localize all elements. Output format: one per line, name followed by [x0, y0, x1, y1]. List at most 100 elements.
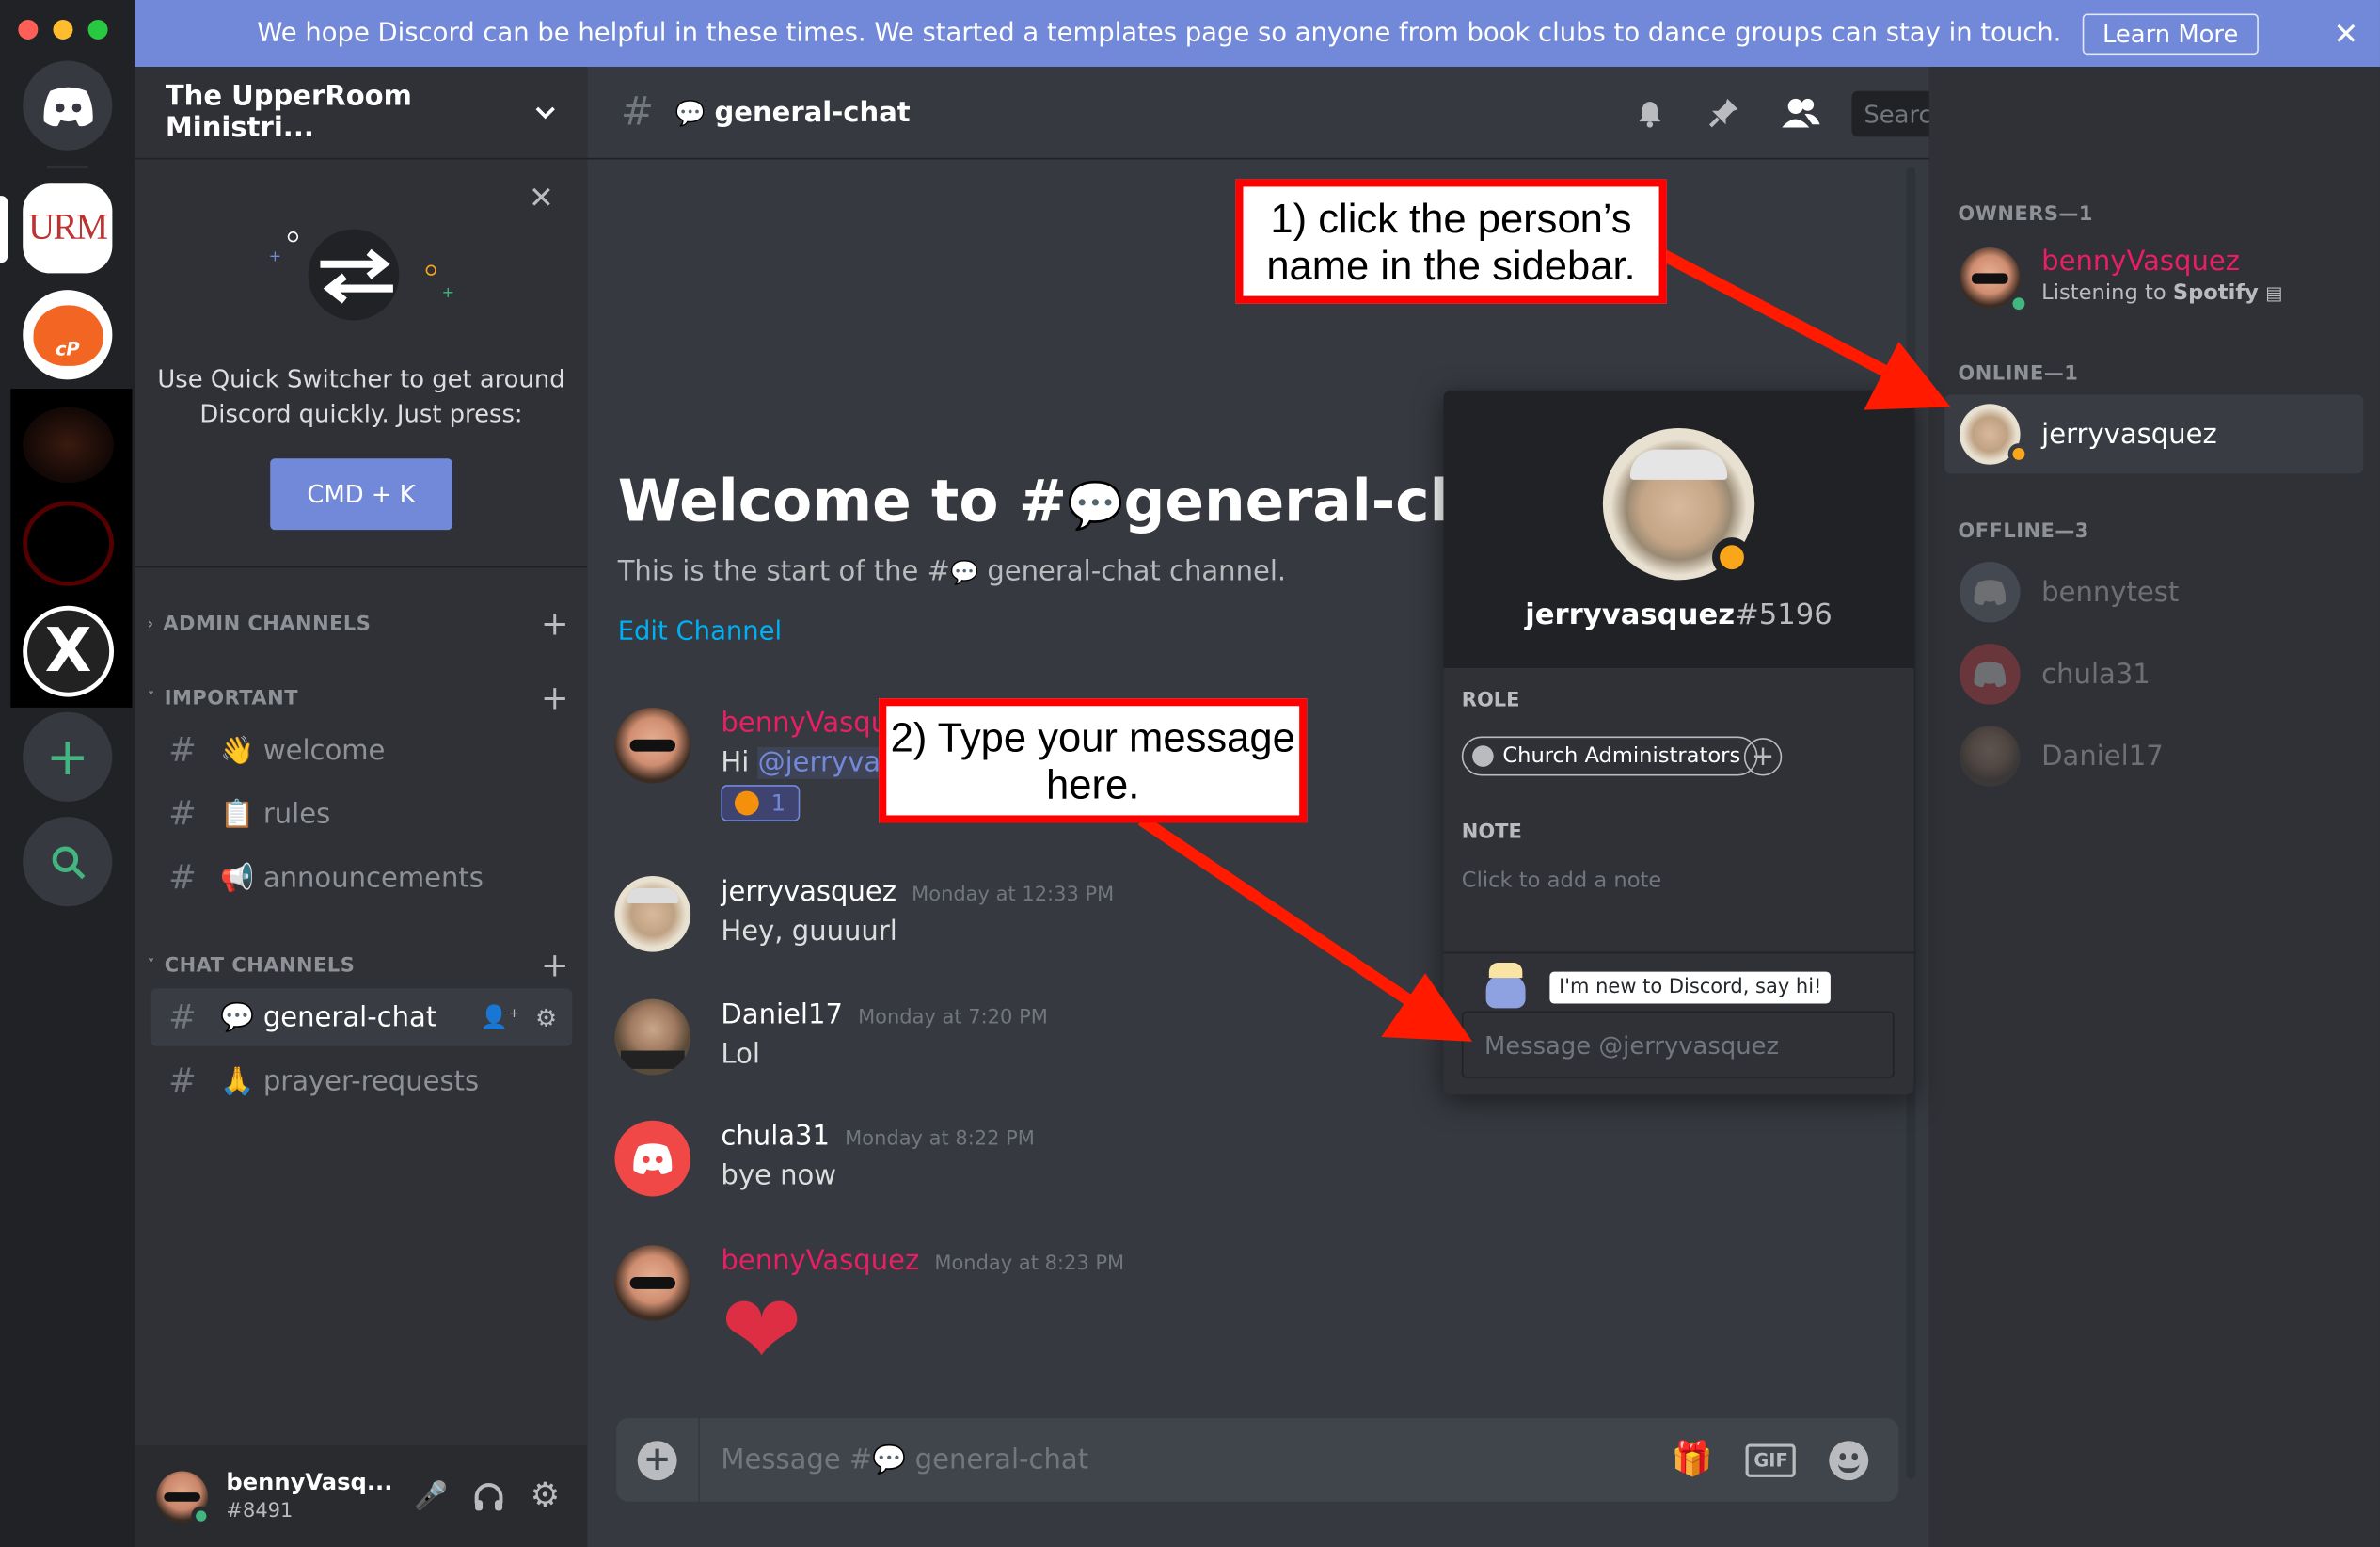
- role-name: Church Administrators: [1502, 743, 1741, 769]
- user-profile-popout: jerryvasquez#5196 ROLE Church Administra…: [1443, 390, 1914, 1095]
- server-cp[interactable]: cP: [23, 290, 113, 380]
- avatar[interactable]: [614, 875, 691, 952]
- orange-icon: [734, 790, 759, 816]
- guild-header[interactable]: The UpperRoom Ministri...: [135, 67, 588, 160]
- bell-icon[interactable]: [1632, 94, 1669, 131]
- speech-bubble-emoji: 💬: [949, 558, 979, 586]
- avatar[interactable]: [1602, 428, 1755, 581]
- header-channel-name: general-chat: [714, 96, 911, 129]
- user-name: bennyVasq...: [226, 1467, 393, 1495]
- gif-button[interactable]: GIF: [1746, 1443, 1796, 1477]
- member-name: Daniel17: [2041, 740, 2164, 773]
- timestamp: Monday at 8:23 PM: [934, 1252, 1125, 1276]
- channel-general-chat[interactable]: # 💬 general-chat 👤⁺ ⚙: [150, 988, 573, 1046]
- server-upperroom[interactable]: URM: [23, 183, 113, 274]
- message-author[interactable]: bennyVasquez: [721, 1245, 919, 1277]
- activity-prefix: Listening to: [2041, 280, 2173, 306]
- learn-more-button[interactable]: Learn More: [2082, 12, 2259, 55]
- upload-button[interactable]: +: [616, 1418, 700, 1502]
- minimize-window-button[interactable]: [53, 19, 73, 40]
- timestamp: Monday at 8:22 PM: [845, 1127, 1035, 1152]
- message-input[interactable]: Message #💬 general-chat: [721, 1443, 1088, 1475]
- role-color-icon: [1472, 745, 1494, 767]
- avatar[interactable]: [156, 1470, 212, 1525]
- reaction[interactable]: 1: [721, 785, 801, 821]
- popout-header: jerryvasquez#5196: [1443, 390, 1914, 668]
- heart-emoji: ❤: [721, 1275, 802, 1388]
- member-jerryvasquez[interactable]: jerryvasquez: [1944, 394, 2364, 474]
- avatar[interactable]: [614, 998, 691, 1076]
- microphone-icon[interactable]: 🎤: [414, 1480, 448, 1512]
- discord-logo-icon: [633, 1143, 673, 1174]
- pin-icon[interactable]: [1706, 94, 1743, 131]
- callout-2-line2: here.: [1046, 761, 1140, 808]
- server-x[interactable]: X: [23, 605, 115, 697]
- plus-icon: +: [45, 726, 89, 788]
- note-input[interactable]: Click to add a note: [1462, 869, 1661, 893]
- avatar[interactable]: [614, 1120, 691, 1197]
- member-list-icon[interactable]: [1779, 94, 1821, 131]
- message: bennyVasquez Monday at 8:23 PM ❤: [614, 1245, 1124, 1386]
- plus-circle-icon: +: [637, 1440, 677, 1480]
- channel-welcome[interactable]: # 👋 welcome: [151, 721, 573, 778]
- avatar[interactable]: [614, 1245, 691, 1321]
- home-button[interactable]: [23, 60, 113, 151]
- server-group-dark: X: [10, 389, 133, 708]
- avatar: [1960, 726, 2021, 787]
- hash-icon: #: [168, 997, 197, 1037]
- add-channel-icon[interactable]: +: [541, 680, 569, 718]
- explore-servers-button[interactable]: [23, 817, 113, 907]
- add-channel-icon[interactable]: +: [541, 606, 569, 644]
- headphones-icon[interactable]: [472, 1479, 505, 1512]
- message-author[interactable]: Daniel17: [721, 999, 843, 1031]
- timestamp: Monday at 12:33 PM: [912, 884, 1115, 907]
- subtitle-prefix: This is the start of the #: [617, 555, 950, 588]
- server-dark-2[interactable]: [23, 501, 115, 586]
- emoji-picker-icon[interactable]: [1829, 1440, 1869, 1480]
- say-hi-hint: I'm new to Discord, say hi!: [1549, 971, 1832, 1004]
- gear-icon[interactable]: ⚙: [535, 1003, 557, 1032]
- member-bennyvasquez[interactable]: bennyVasquez Listening to Spotify ▤: [1944, 238, 2363, 317]
- close-banner-icon[interactable]: ✕: [2333, 15, 2358, 52]
- category-important[interactable]: ˅ IMPORTANT +: [148, 680, 570, 718]
- add-server-button[interactable]: +: [23, 711, 113, 802]
- chevron-down-icon: ˅: [147, 958, 156, 975]
- welcome-subtitle: This is the start of the #💬 general-chat…: [618, 556, 1286, 588]
- gift-icon[interactable]: 🎁: [1672, 1441, 1713, 1478]
- server-rail: URM cP X +: [0, 0, 135, 1547]
- cp-logo-text: cP: [55, 338, 80, 359]
- speech-bubble-emoji: 💬: [674, 98, 706, 127]
- channel-name: prayer-requests: [262, 1064, 480, 1097]
- quick-switcher-tip: ✕ + + Use Quick Switcher to get around D…: [135, 161, 588, 568]
- cmd-k-button[interactable]: CMD + K: [270, 458, 452, 531]
- urm-logo-text: URM: [28, 208, 108, 248]
- close-window-button[interactable]: [18, 19, 39, 40]
- message-author[interactable]: jerryvasquez: [721, 876, 896, 908]
- close-tip-icon[interactable]: ✕: [529, 179, 554, 215]
- chevron-right-icon: ›: [147, 616, 154, 633]
- message-author[interactable]: chula31: [721, 1121, 830, 1153]
- channel-announcements[interactable]: # 📢 announcements: [151, 849, 573, 906]
- role-pill[interactable]: Church Administrators: [1461, 736, 1758, 776]
- member-chula31[interactable]: chula31: [1944, 634, 2363, 713]
- guild-name: The UpperRoom Ministri...: [165, 80, 412, 145]
- edit-channel-link[interactable]: Edit Channel: [618, 616, 782, 646]
- channel-prayer-requests[interactable]: # 🙏 prayer-requests: [151, 1052, 573, 1109]
- member-bennytest[interactable]: bennytest: [1944, 552, 2363, 631]
- dm-placeholder: Message @jerryvasquez: [1484, 1029, 1780, 1060]
- category-chat-channels[interactable]: ˅ CHAT CHANNELS +: [148, 948, 570, 985]
- server-dark-1[interactable]: [23, 407, 115, 484]
- user-settings-gear-icon[interactable]: ⚙: [531, 1477, 561, 1515]
- member-daniel17[interactable]: Daniel17: [1944, 717, 2363, 796]
- add-channel-icon[interactable]: +: [541, 948, 569, 985]
- channel-rules[interactable]: # 📋 rules: [151, 785, 573, 842]
- channel-name: announcements: [262, 861, 484, 894]
- avatar: [1960, 561, 2021, 623]
- add-role-button[interactable]: +: [1743, 738, 1783, 776]
- invite-icon[interactable]: 👤⁺: [480, 1004, 520, 1031]
- category-admin-channels[interactable]: › ADMIN CHANNELS +: [148, 606, 570, 644]
- maximize-window-button[interactable]: [87, 19, 108, 40]
- channel-header: # 💬 general-chat Search ?: [587, 67, 2345, 160]
- avatar[interactable]: [614, 707, 691, 784]
- dm-message-input[interactable]: Message @jerryvasquez: [1461, 1011, 1895, 1078]
